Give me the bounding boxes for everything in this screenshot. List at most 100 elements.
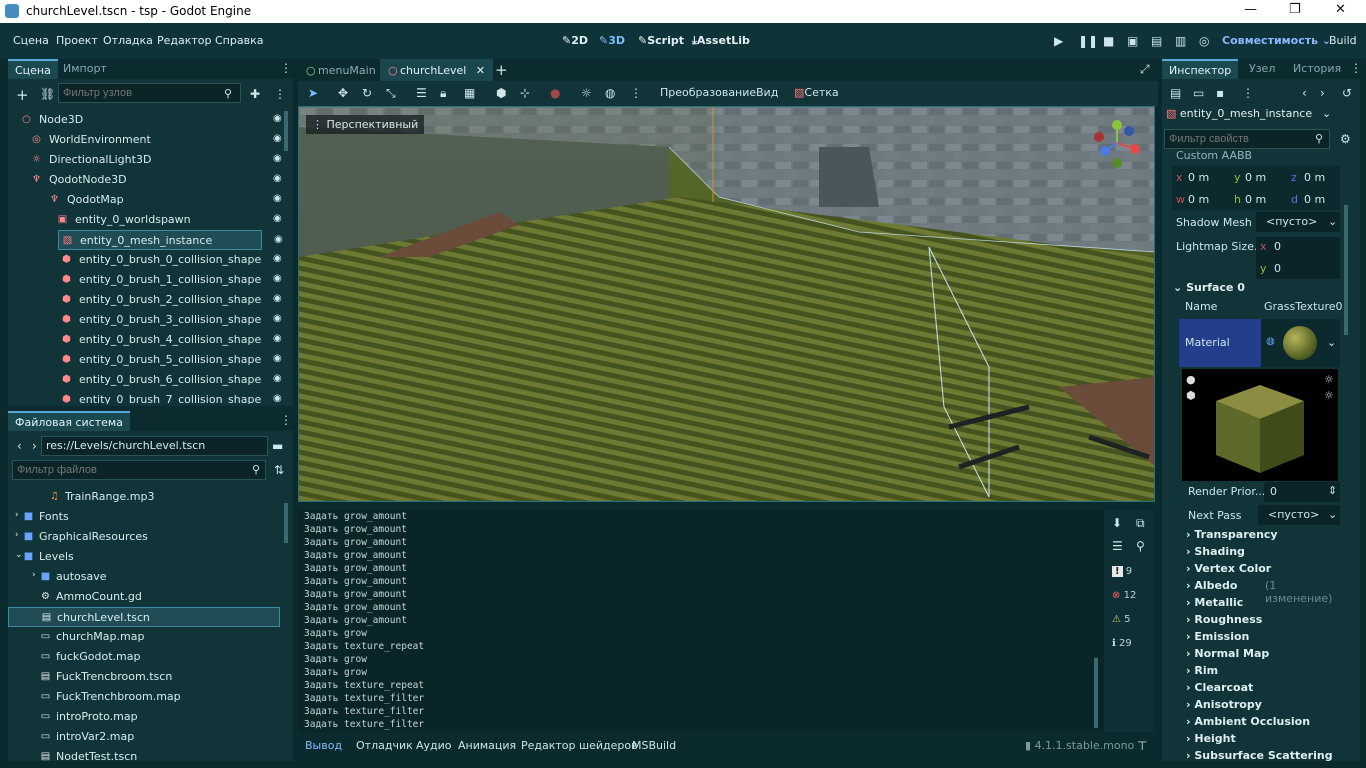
- preview-sun-1-icon[interactable]: ☼: [1324, 373, 1334, 386]
- file-tree-item[interactable]: ▭ introVar2.map: [8, 727, 280, 747]
- scene-tree-node[interactable]: ○ Node3D ◉: [8, 110, 293, 130]
- visibility-icon[interactable]: ◉: [273, 393, 282, 404]
- inspector-section[interactable]: › Anisotropy: [1186, 698, 1262, 711]
- visibility-icon[interactable]: ◉: [273, 113, 282, 124]
- dock-menu-icon[interactable]: ⋮: [280, 61, 292, 75]
- lightmap-y-field[interactable]: 0: [1274, 262, 1281, 275]
- maximize-icon[interactable]: ❐: [1289, 2, 1301, 17]
- forward-icon[interactable]: ›: [32, 439, 37, 453]
- shadow-mesh-value[interactable]: <пусто> ⌄: [1256, 212, 1340, 232]
- pin-icon[interactable]: ⬇: [1112, 516, 1122, 530]
- new-resource-icon[interactable]: ▤: [1170, 86, 1181, 100]
- close-tab-icon[interactable]: ✕: [476, 64, 485, 77]
- inspector-section[interactable]: › Roughness: [1186, 613, 1262, 626]
- inspector-section[interactable]: › Ambient Occlusion: [1186, 715, 1310, 728]
- file-tree-item[interactable]: ▤ churchLevel.tscn: [8, 607, 280, 627]
- rotate-tool-icon[interactable]: ↻: [362, 86, 372, 100]
- sort-icon[interactable]: ⇅: [274, 463, 284, 477]
- scene-tree-node[interactable]: ⬢ entity_0_brush_0_collision_shape ◉: [8, 250, 293, 270]
- scene-tree-node[interactable]: ▣ entity_0_worldspawn ◉: [8, 210, 293, 230]
- tab-node[interactable]: Узел: [1242, 59, 1282, 79]
- fs-dock-menu-icon[interactable]: ⋮: [280, 413, 292, 427]
- aabb-x-field[interactable]: 0 m: [1188, 171, 1209, 184]
- visibility-icon[interactable]: ◉: [273, 193, 282, 204]
- inspector-more-icon[interactable]: ⋮: [1242, 86, 1254, 100]
- aabb-w-field[interactable]: 0 m: [1188, 193, 1209, 206]
- bottom-tab-debugger[interactable]: Отладчик: [356, 739, 413, 752]
- scene-tree-node[interactable]: ⬢ entity_0_brush_3_collision_shape ◉: [8, 310, 293, 330]
- chevron-right-icon[interactable]: ›: [32, 570, 36, 580]
- visibility-icon[interactable]: ◉: [273, 353, 282, 364]
- inspector-section[interactable]: › Normal Map: [1186, 647, 1269, 660]
- scene-tab-churchlevel[interactable]: ○ churchLevel ✕: [380, 59, 494, 81]
- object-history-icon[interactable]: ↺: [1342, 86, 1352, 100]
- close-icon[interactable]: ✕: [1335, 2, 1346, 17]
- view-menu[interactable]: Вид: [756, 86, 778, 99]
- menu-scene[interactable]: Сцена: [13, 34, 49, 47]
- play-scene-icon[interactable]: ▤: [1151, 34, 1162, 48]
- back-icon[interactable]: ‹: [17, 439, 22, 453]
- visibility-icon[interactable]: ◉: [274, 234, 283, 245]
- file-tree-item[interactable]: ♫ TrainRange.mp3: [8, 487, 280, 507]
- list-select-icon[interactable]: ☰: [416, 86, 427, 100]
- inspector-section[interactable]: › Rim: [1186, 664, 1218, 677]
- inspector-section[interactable]: › Subsurface Scattering: [1186, 749, 1333, 762]
- info-count-badge[interactable]: ℹ 29: [1112, 638, 1152, 656]
- file-tree-item[interactable]: ⌄ ■ Levels: [8, 547, 280, 567]
- visibility-icon[interactable]: ◉: [273, 293, 282, 304]
- scene-tree-node[interactable]: ⬢ entity_0_brush_5_collision_shape ◉: [8, 350, 293, 370]
- scene-tree-node[interactable]: ⬢ entity_0_brush_2_collision_shape ◉: [8, 290, 293, 310]
- axis-gizmo[interactable]: [1089, 115, 1145, 171]
- inspector-section[interactable]: › Shading: [1186, 545, 1245, 558]
- save-resource-icon[interactable]: ▪: [1216, 86, 1224, 100]
- fs-path-field[interactable]: res://Levels/churchLevel.tscn: [41, 436, 268, 456]
- open-resource-icon[interactable]: ▭: [1193, 86, 1204, 100]
- visibility-icon[interactable]: ◉: [273, 253, 282, 264]
- scene-tree-node[interactable]: ⬢ entity_0_brush_7_collision_shape ◉: [8, 390, 293, 404]
- file-tree-item[interactable]: ▤ FuckTrencbroom.tscn: [8, 667, 280, 687]
- lock-icon[interactable]: 🔒︎: [440, 86, 446, 101]
- bottom-tab-animation[interactable]: Анимация: [458, 739, 516, 752]
- link-icon[interactable]: ⛓: [40, 87, 55, 101]
- message-count-badge[interactable]: ! 9: [1112, 566, 1152, 584]
- property-filter-input[interactable]: [1164, 129, 1330, 149]
- pause-icon[interactable]: ❚❚: [1078, 34, 1098, 48]
- preview-shape-icon[interactable]: ⬢: [1186, 389, 1196, 402]
- file-tree-item[interactable]: ▭ fuckGodot.map: [8, 647, 280, 667]
- output-log[interactable]: Задать grow_amount Задать grow_amount Зада…: [298, 510, 1104, 732]
- scene-menu-icon[interactable]: ⋮: [274, 87, 286, 101]
- render-priority-field[interactable]: 0 ⇕: [1264, 482, 1340, 502]
- inspector-section[interactable]: › Metallic: [1186, 596, 1243, 609]
- scene-tree-node[interactable]: ▧ entity_0_mesh_instance ◉: [58, 230, 283, 250]
- chevron-right-icon[interactable]: ›: [15, 510, 19, 520]
- inspector-menu-icon[interactable]: ⋮: [1350, 61, 1362, 75]
- distraction-free-icon[interactable]: ⤢: [1140, 62, 1150, 77]
- build-button[interactable]: Build: [1329, 34, 1357, 47]
- sun-icon[interactable]: ☼: [581, 86, 592, 100]
- property-settings-icon[interactable]: ⚙: [1340, 132, 1351, 146]
- inspector-section[interactable]: › Transparency: [1186, 528, 1278, 541]
- file-tree-item[interactable]: ▤ NodetTest.tscn: [8, 747, 280, 761]
- scale-tool-icon[interactable]: ⤡: [386, 86, 396, 101]
- select-tool-icon[interactable]: ➤: [308, 86, 318, 100]
- preview-sun-2-icon[interactable]: ☼: [1324, 389, 1334, 402]
- scene-tree-scrollbar[interactable]: [284, 111, 288, 151]
- menu-debug[interactable]: Отладка: [103, 34, 153, 47]
- menu-project[interactable]: Проект: [56, 34, 98, 47]
- remote-debug-icon[interactable]: ▣: [1127, 34, 1138, 48]
- movie-maker-icon[interactable]: ◎: [1199, 34, 1209, 48]
- clear-icon[interactable]: ☰: [1112, 539, 1123, 553]
- log-scrollbar[interactable]: [1094, 658, 1098, 728]
- visibility-icon[interactable]: ◉: [273, 213, 282, 224]
- scene-tree-node[interactable]: ♆ QodotMap ◉: [8, 190, 293, 210]
- visibility-icon[interactable]: ◉: [273, 313, 282, 324]
- tab-inspector[interactable]: Инспектор: [1162, 59, 1239, 79]
- snap-icon[interactable]: ⊹: [520, 86, 530, 100]
- scene-tree-node[interactable]: ⬢ entity_0_brush_6_collision_shape ◉: [8, 370, 293, 390]
- visibility-icon[interactable]: ◉: [273, 373, 282, 384]
- bottom-tab-shader-editor[interactable]: Редактор шейдеров: [521, 739, 638, 752]
- error-count-badge[interactable]: ⊗ 12: [1112, 590, 1152, 608]
- tab-filesystem[interactable]: Файловая система: [8, 411, 130, 431]
- add-script-icon[interactable]: ✚: [250, 87, 260, 101]
- scene-tree-node[interactable]: ⬢ entity_0_brush_1_collision_shape ◉: [8, 270, 293, 290]
